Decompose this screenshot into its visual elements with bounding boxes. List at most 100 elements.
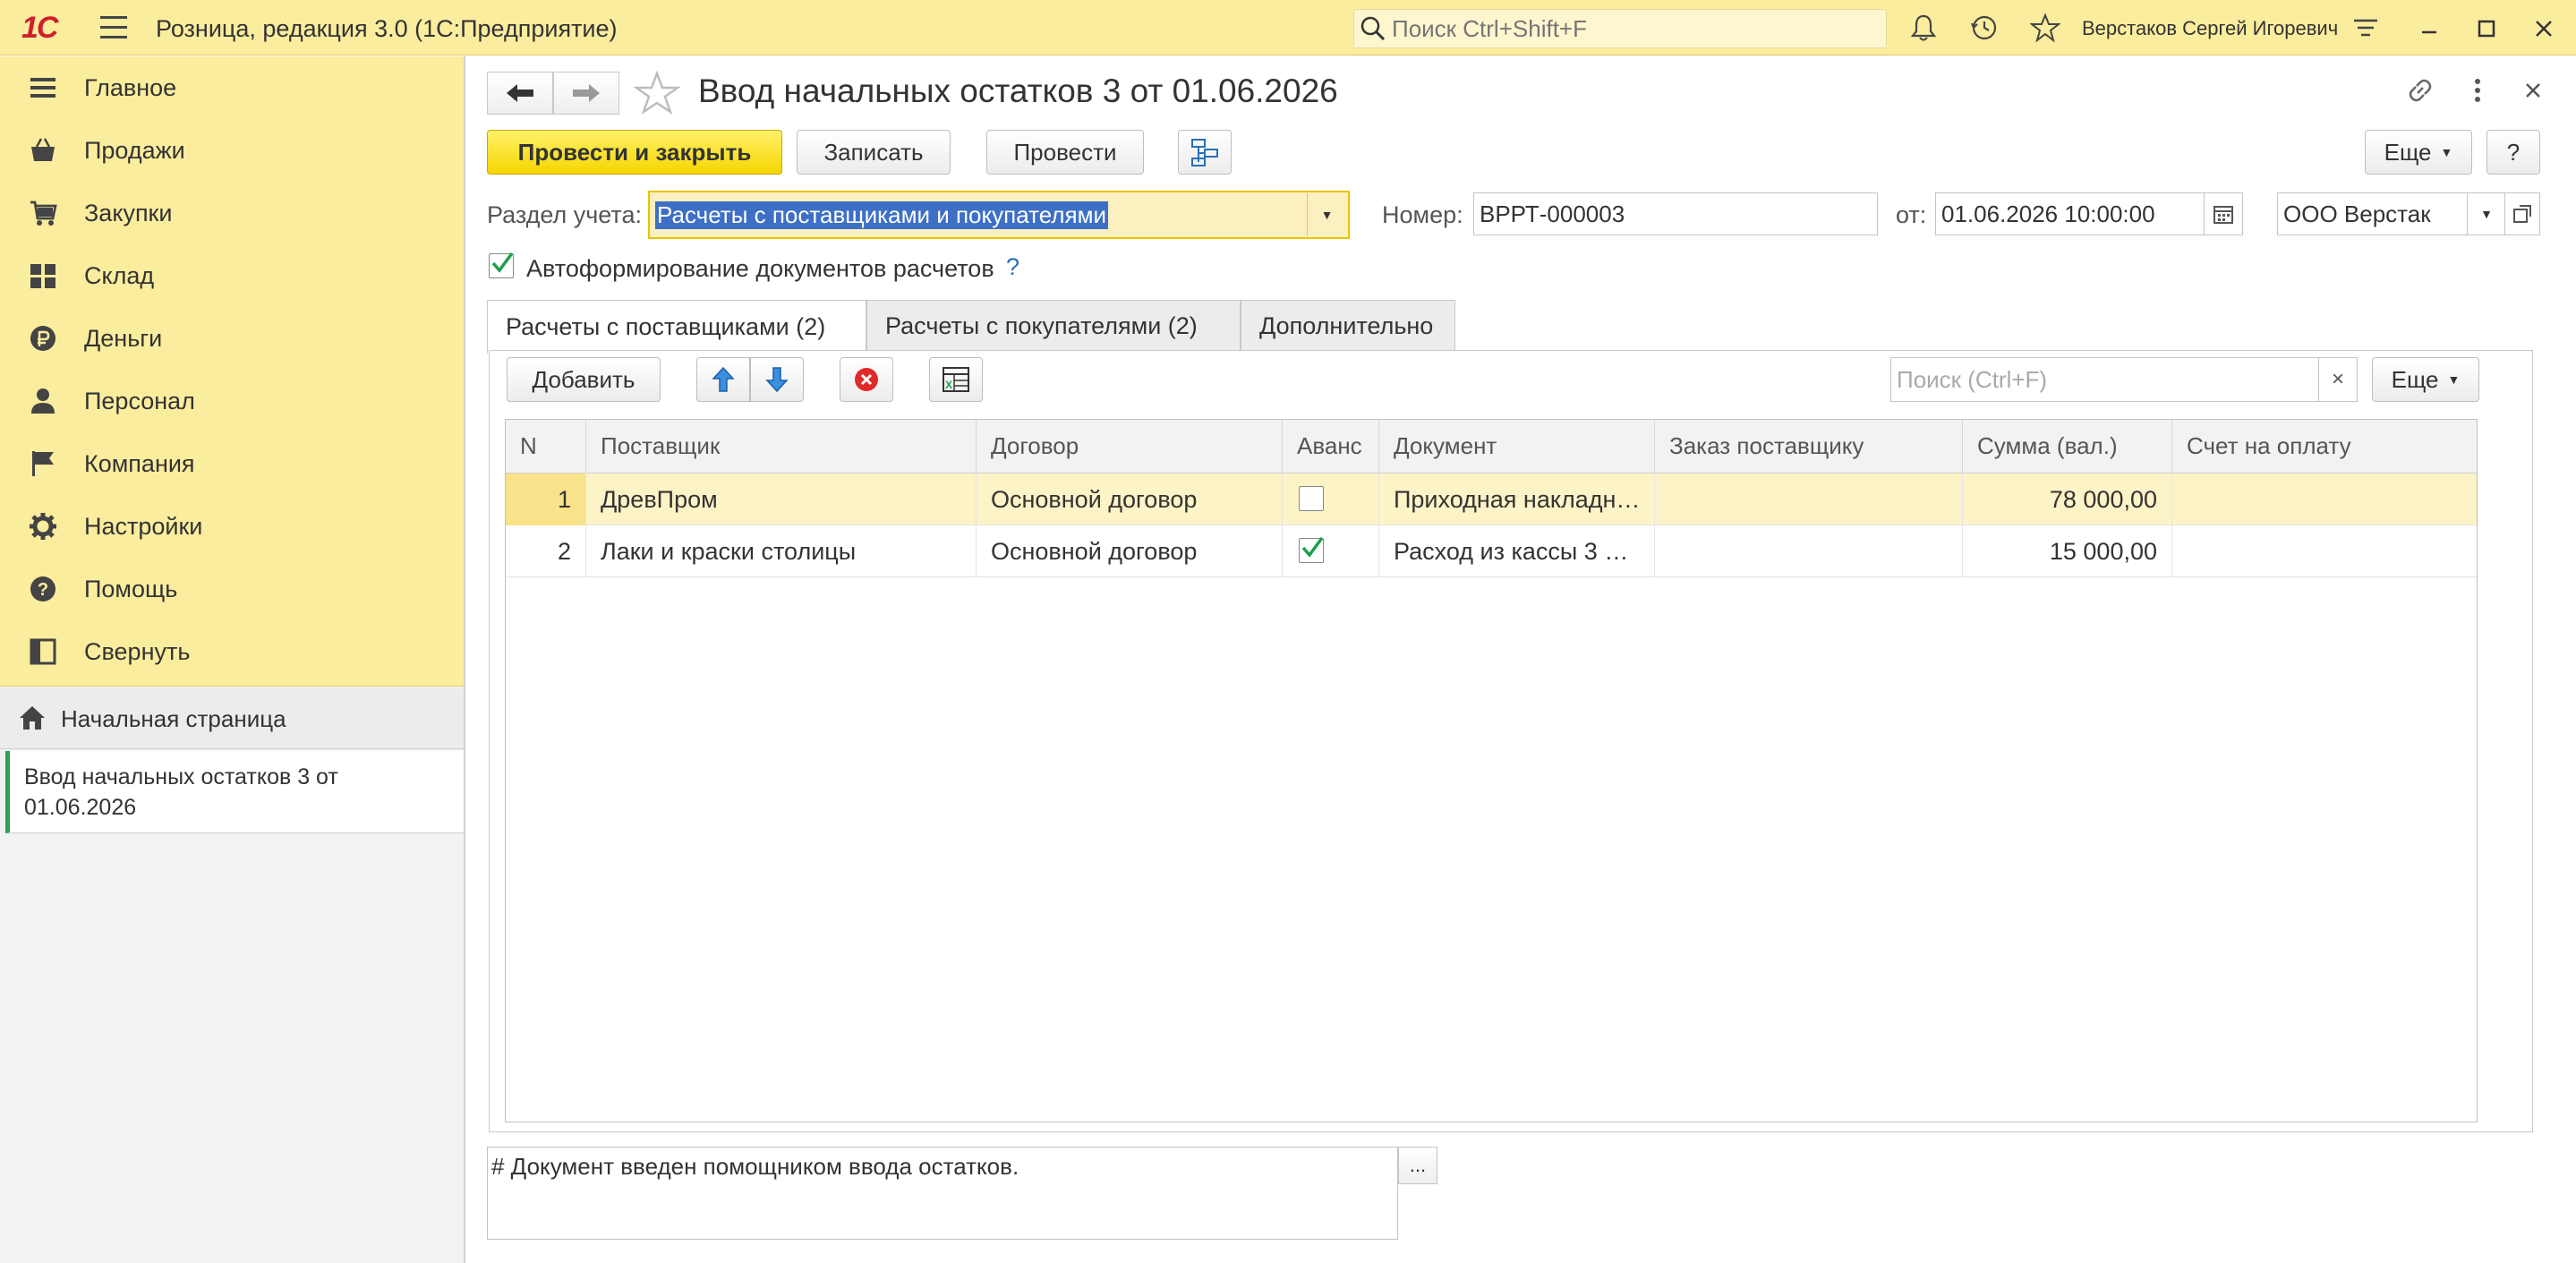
sidebar-item-purchases[interactable]: Закупки — [0, 182, 464, 244]
move-down-button[interactable] — [750, 357, 804, 402]
svg-text:X: X — [945, 379, 952, 391]
order-cell[interactable] — [1655, 525, 1963, 577]
date-label: от: — [1896, 201, 1927, 228]
sidebar-item-collapse[interactable]: Свернуть — [0, 620, 464, 683]
supplier-cell[interactable]: ДревПром — [586, 474, 977, 525]
advance-checkbox[interactable] — [1299, 536, 1324, 563]
contract-cell[interactable]: Основной договор — [977, 525, 1283, 577]
maximize-icon[interactable] — [2469, 11, 2504, 47]
supplier-cell[interactable]: Лаки и краски столицы — [586, 525, 977, 577]
organization-open-button[interactable] — [2504, 192, 2540, 235]
basket-icon — [31, 138, 55, 161]
sum-cell[interactable]: 78 000,00 — [1963, 474, 2172, 525]
organization-dropdown-button[interactable]: ▼ — [2467, 192, 2506, 235]
comment-field[interactable]: # Документ введен помощником ввода остат… — [487, 1147, 1398, 1240]
back-button[interactable] — [487, 72, 553, 115]
delete-row-button[interactable] — [840, 357, 893, 402]
open-window-item[interactable]: Ввод начальных остатков 3 от 01.06.2026 — [5, 751, 464, 833]
more-actions-label: Еще — [2384, 138, 2432, 166]
sidebar-item-settings[interactable]: Настройки — [0, 495, 464, 558]
arrow-down-icon — [765, 367, 789, 393]
document-cell[interactable]: Расход из кассы 3 … — [1379, 525, 1655, 577]
column-header-invoice[interactable]: Счет на оплату — [2172, 420, 2477, 474]
contract-cell[interactable]: Основной договор — [977, 474, 1283, 525]
sidebar-item-warehouse[interactable]: Склад — [0, 244, 464, 307]
more-vertical-icon[interactable] — [2461, 74, 2494, 107]
check-icon — [491, 252, 514, 273]
comment-edit-button[interactable]: ... — [1398, 1147, 1437, 1184]
advance-cell[interactable] — [1283, 525, 1379, 577]
sidebar-item-main[interactable]: Главное — [0, 56, 464, 119]
organization-field[interactable]: ООО Верстак — [2277, 192, 2469, 235]
forward-button[interactable] — [553, 72, 619, 115]
number-field[interactable]: ВРРТ-000003 — [1473, 192, 1878, 235]
sum-cell[interactable]: 15 000,00 — [1963, 525, 2172, 577]
minimize-icon[interactable] — [2411, 11, 2447, 47]
arrow-up-icon — [712, 366, 735, 392]
structure-button[interactable] — [1178, 130, 1232, 175]
sidebar-item-label: Деньги — [84, 325, 163, 352]
document-cell[interactable]: Приходная накладн… — [1379, 474, 1655, 525]
global-search[interactable] — [1353, 9, 1887, 48]
search-clear-button[interactable]: × — [2318, 357, 2358, 402]
table-more-button[interactable]: Еще ▼ — [2372, 357, 2479, 402]
close-window-icon[interactable] — [2526, 11, 2562, 47]
favorites-star-icon[interactable] — [2030, 13, 2060, 43]
post-button[interactable]: Провести — [986, 130, 1144, 175]
sidebar-item-company[interactable]: Компания — [0, 432, 464, 495]
cart-icon — [30, 201, 57, 226]
link-icon[interactable] — [2404, 74, 2436, 107]
advance-checkbox[interactable] — [1299, 486, 1324, 511]
tab-suppliers[interactable]: Расчеты с поставщиками (2) — [487, 300, 866, 354]
auto-docs-label[interactable]: Автоформирование документов расчетов — [526, 255, 994, 283]
open-window-icon — [2513, 205, 2531, 223]
sidebar-item-money[interactable]: Деньги — [0, 307, 464, 370]
main-menu-icon[interactable] — [100, 16, 127, 39]
excel-export-button[interactable]: X — [929, 357, 983, 402]
column-header-supplier[interactable]: Поставщик — [586, 420, 977, 474]
auto-docs-checkbox[interactable] — [489, 252, 514, 278]
app-title: Розница, редакция 3.0 (1С:Предприятие) — [156, 15, 618, 42]
column-header-order[interactable]: Заказ поставщику — [1655, 420, 1963, 474]
section-dropdown-button[interactable]: ▼ — [1307, 193, 1346, 236]
global-search-input[interactable] — [1390, 15, 1873, 42]
sidebar-item-label: Склад — [84, 262, 155, 289]
history-icon[interactable] — [1969, 13, 2000, 43]
column-header-document[interactable]: Документ — [1379, 420, 1655, 474]
favorite-star-icon[interactable] — [634, 71, 680, 115]
help-button[interactable]: ? — [2486, 130, 2540, 175]
settings-menu-icon[interactable] — [2350, 13, 2381, 43]
table-row[interactable]: 2 Лаки и краски столицы Основной договор… — [506, 525, 2477, 577]
move-up-button[interactable] — [696, 357, 750, 402]
section-select[interactable]: Расчеты с поставщиками и покупателями — [648, 191, 1350, 239]
auto-docs-help-link[interactable]: ? — [1006, 253, 1019, 281]
invoice-cell[interactable] — [2172, 525, 2477, 577]
sidebar-item-label: Закупки — [84, 200, 173, 226]
more-actions-button[interactable]: Еще ▼ — [2365, 130, 2472, 175]
column-header-sum[interactable]: Сумма (вал.) — [1963, 420, 2172, 474]
column-header-n[interactable]: N — [506, 420, 586, 474]
invoice-cell[interactable] — [2172, 474, 2477, 525]
date-field[interactable]: 01.06.2026 10:00:00 — [1935, 192, 2205, 235]
tab-customers[interactable]: Расчеты с покупателями (2) — [866, 300, 1241, 352]
post-and-close-button[interactable]: Провести и закрыть — [487, 130, 782, 175]
app-logo[interactable]: 1С — [21, 11, 58, 46]
add-row-button[interactable]: Добавить — [507, 357, 661, 402]
tab-additional[interactable]: Дополнительно — [1241, 300, 1455, 352]
advance-cell[interactable] — [1283, 474, 1379, 525]
home-page-link[interactable]: Начальная страница — [0, 688, 464, 749]
table-row[interactable]: 1 ДревПром Основной договор Приходная на… — [506, 474, 2477, 525]
sidebar-item-sales[interactable]: Продажи — [0, 119, 464, 182]
sidebar-item-help[interactable]: ? Помощь — [0, 558, 464, 620]
calendar-button[interactable] — [2204, 192, 2243, 235]
user-name[interactable]: Верстаков Сергей Игоревич — [2082, 17, 2338, 40]
order-cell[interactable] — [1655, 474, 1963, 525]
column-header-advance[interactable]: Аванс — [1283, 420, 1379, 474]
column-header-contract[interactable]: Договор — [977, 420, 1283, 474]
suppliers-table[interactable]: N Поставщик Договор Аванс Документ Заказ… — [505, 419, 2478, 1122]
sidebar-item-staff[interactable]: Персонал — [0, 370, 464, 432]
save-button[interactable]: Записать — [797, 130, 951, 175]
bell-icon[interactable] — [1908, 13, 1939, 43]
table-search-input[interactable]: Поиск (Ctrl+F) — [1890, 357, 2320, 402]
close-form-icon[interactable] — [2517, 74, 2549, 107]
